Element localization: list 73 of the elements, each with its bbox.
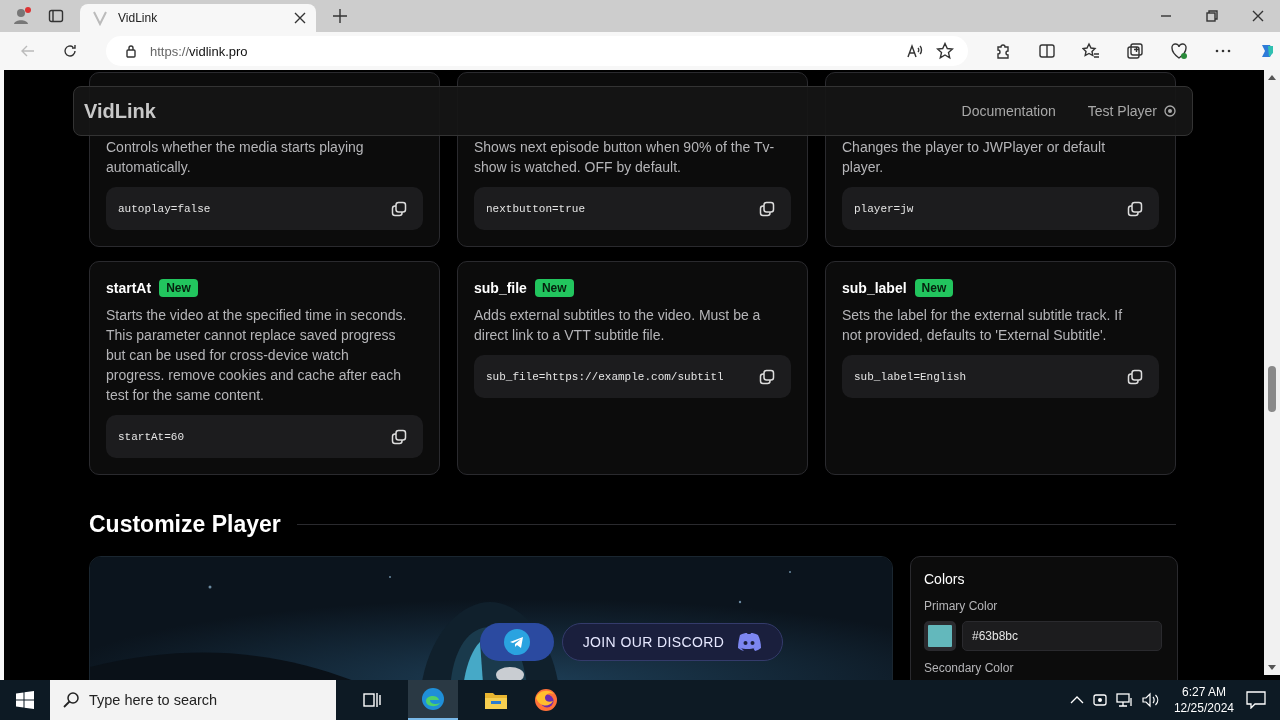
parameter-description: Adds external subtitles to the video. Must be a direct link to a VTT subtitle file. [474,306,762,345]
new-badge: New [914,279,954,297]
firefox-icon[interactable] [534,688,558,712]
search-icon [62,691,80,709]
split-screen-icon[interactable] [1038,42,1056,60]
paper-plane-icon [504,629,530,655]
copy-icon [759,368,775,385]
copy-icon [391,428,407,445]
parameter-name: startAt [106,280,152,296]
favorite-icon[interactable] [936,42,954,60]
parameter-description: Starts the video at the specified time in seconds. This parameter cannot replace saved progress but can be used for cross-device watch progress. remove cookies and cache after each test for the same content. [106,306,408,405]
site-logo-icon [92,10,108,26]
new-tab-icon[interactable] [332,8,348,24]
close-icon[interactable] [1252,10,1264,22]
favorites-icon[interactable] [1082,42,1100,60]
parameter-description: Sets the label for the external subtitle track. If not provided, defaults to 'External Subtitle'. [842,306,1124,345]
close-icon[interactable] [294,12,306,24]
chevron-up-icon[interactable] [1069,695,1084,705]
section-title: Customize Player [89,511,281,538]
copy-icon [759,200,775,217]
field-label: Primary Color [924,599,999,613]
collections-icon[interactable] [1126,42,1144,60]
tab-title: VidLink [118,11,159,25]
code-text: sub_file=https://example.com/subtitl [486,370,725,383]
code-text: nextbutton=true [486,202,587,215]
copy-icon [1127,200,1143,217]
parameter-description: Changes the player to JWPlayer or default player. [842,138,1107,177]
copy-icon [391,200,407,217]
code-text: autoplay=false [118,202,212,215]
panel-title: Colors [924,571,966,587]
tab-actions-icon[interactable] [48,8,64,24]
code-text: player=jw [854,202,915,215]
parameter-name: sub_label [842,280,907,296]
restore-icon[interactable] [1206,10,1218,22]
address-field[interactable]: https://vidlink.pro [106,36,968,66]
site-logo[interactable]: VidLink [84,99,156,123]
notification-icon[interactable] [1246,691,1266,709]
parameter-name: sub_file [474,280,527,296]
volume-icon[interactable] [1141,692,1160,708]
field-label: Secondary Color [924,661,1015,675]
new-badge: New [159,279,198,297]
lock-icon [124,44,138,58]
edge-icon[interactable] [421,687,445,711]
parameter-description: Controls whether the media starts playing automatically. [106,138,365,177]
copy-icon [1127,368,1143,385]
url-text: https://vidlink.pro [150,43,248,59]
discord-button[interactable]: JOIN OUR DISCORD [562,623,783,661]
taskbar-search-field[interactable]: Type here to search [50,680,336,720]
target-icon [1164,105,1176,117]
scrollbar[interactable] [1264,70,1280,675]
nav-link[interactable]: Test Player [1087,103,1176,119]
clock[interactable]: 6:27 AM 12/25/2024 [1173,684,1234,716]
discord-icon [736,632,763,652]
parameter-description: Shows next episode button when 90% of the Tv-show is watched. OFF by default. [474,138,776,177]
code-text: sub_label=English [854,370,968,383]
refresh-icon[interactable] [62,43,78,59]
extensions-icon[interactable] [994,42,1012,60]
scroll-down-icon [1268,665,1276,671]
telegram-button[interactable] [480,623,554,661]
camera-icon[interactable] [1091,692,1108,708]
network-icon[interactable] [1115,692,1134,708]
task-view-icon[interactable] [362,691,382,709]
read-aloud-icon[interactable] [906,43,924,59]
profile-icon[interactable] [12,6,32,26]
color-swatch[interactable] [924,621,956,651]
scroll-thumb[interactable] [1268,366,1276,412]
new-badge: New [534,279,574,297]
nav-link[interactable]: Documentation [961,103,1056,119]
browser-tab[interactable]: VidLink [80,4,316,32]
code-text: startAt=60 [118,430,185,443]
hex-input-field[interactable]: #63b8bc [962,621,1162,651]
scroll-up-icon [1268,74,1276,80]
windows-icon[interactable] [16,691,34,709]
